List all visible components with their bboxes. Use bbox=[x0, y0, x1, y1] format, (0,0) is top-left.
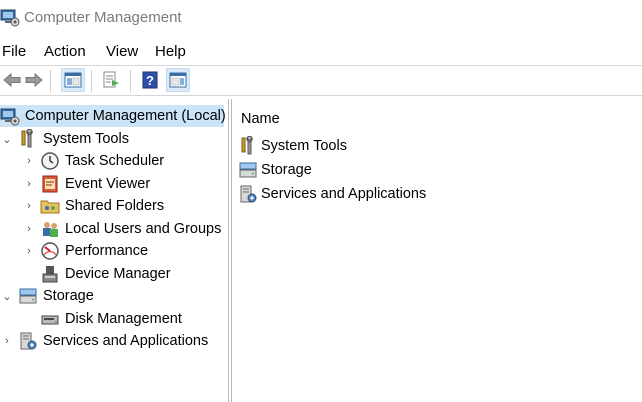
system-tools-icon bbox=[241, 136, 253, 155]
forward-arrow-icon bbox=[25, 72, 43, 88]
tree-item-label: Event Viewer bbox=[65, 176, 151, 192]
tree-item-shared-folders[interactable]: › Shared Folders bbox=[22, 195, 164, 217]
menu-file[interactable]: File bbox=[2, 43, 26, 60]
help-icon: ? bbox=[142, 71, 158, 89]
tree-item-performance[interactable]: › Performance bbox=[22, 240, 148, 262]
toolbar-separator bbox=[50, 70, 51, 92]
tree-item-label: Shared Folders bbox=[65, 198, 165, 214]
tree-item-system-tools[interactable]: ⌄ System Tools bbox=[0, 128, 129, 150]
tree-item-label: Computer Management (Local) bbox=[25, 108, 226, 124]
tree-item-label: Local Users and Groups bbox=[65, 221, 222, 237]
title-bar: Computer Management bbox=[0, 0, 642, 34]
show-hide-console-tree-button[interactable] bbox=[61, 68, 85, 92]
svg-text:?: ? bbox=[146, 73, 154, 88]
list-item-label: System Tools bbox=[261, 138, 347, 154]
show-hide-action-pane-button[interactable] bbox=[166, 68, 190, 92]
services-and-applications-icon bbox=[240, 185, 257, 203]
list-item-services-and-applications[interactable]: Services and Applications bbox=[238, 183, 426, 205]
system-tools-icon bbox=[21, 129, 33, 148]
tree-item-local-users-and-groups[interactable]: › Local Users and Groups bbox=[22, 218, 221, 240]
tree-item-label: Disk Management bbox=[65, 311, 182, 327]
shared-folders-icon bbox=[40, 200, 60, 214]
forward-button[interactable] bbox=[22, 68, 46, 92]
toolbar-separator bbox=[130, 70, 131, 92]
local-users-icon bbox=[43, 222, 58, 237]
tree-item-label: Services and Applications bbox=[43, 333, 209, 349]
results-pane: Name System Tools Storage Services and A… bbox=[232, 99, 642, 402]
chevron-right-icon[interactable]: › bbox=[22, 222, 36, 236]
export-list-button[interactable] bbox=[99, 68, 123, 92]
tree-item-storage[interactable]: ⌄ Storage bbox=[0, 285, 94, 307]
tree-item-label: Storage bbox=[43, 288, 94, 304]
tree-item-services-and-applications[interactable]: › Services and Applications bbox=[0, 330, 208, 352]
console-tree-icon bbox=[64, 72, 82, 88]
chevron-right-icon[interactable]: › bbox=[0, 334, 14, 348]
tree-item-label: Performance bbox=[65, 243, 149, 259]
disk-management-icon bbox=[41, 315, 59, 325]
console-tree[interactable]: Computer Management (Local) ⌄ System Too… bbox=[0, 99, 228, 402]
list-item-label: Storage bbox=[261, 162, 312, 178]
toolbar: ? bbox=[0, 65, 642, 96]
chevron-down-icon[interactable]: ⌄ bbox=[0, 132, 14, 146]
device-manager-icon bbox=[42, 266, 58, 283]
menu-bar: File Action View Help bbox=[0, 40, 642, 62]
chevron-down-icon[interactable]: ⌄ bbox=[0, 289, 14, 303]
export-list-icon bbox=[103, 71, 119, 88]
task-scheduler-icon bbox=[41, 152, 59, 170]
back-button[interactable] bbox=[0, 68, 24, 92]
back-arrow-icon bbox=[3, 72, 21, 88]
chevron-right-icon[interactable]: › bbox=[22, 177, 36, 191]
window-title: Computer Management bbox=[24, 9, 182, 26]
event-viewer-icon bbox=[42, 175, 58, 193]
performance-icon bbox=[41, 242, 59, 260]
action-pane-icon bbox=[169, 72, 187, 88]
chevron-right-icon[interactable]: › bbox=[22, 199, 36, 213]
tree-item-label: Task Scheduler bbox=[65, 153, 165, 169]
computer-management-icon bbox=[0, 108, 20, 126]
computer-management-icon bbox=[0, 9, 20, 27]
list-item-storage[interactable]: Storage bbox=[238, 159, 312, 181]
tree-item-event-viewer[interactable]: › Event Viewer bbox=[22, 173, 150, 195]
name-column-header[interactable]: Name bbox=[241, 111, 280, 127]
menu-help[interactable]: Help bbox=[155, 43, 186, 60]
toolbar-separator bbox=[91, 70, 92, 92]
tree-item-label: System Tools bbox=[43, 131, 129, 147]
menu-action[interactable]: Action bbox=[44, 43, 86, 60]
list-item-system-tools[interactable]: System Tools bbox=[238, 135, 347, 157]
list-item-label: Services and Applications bbox=[261, 186, 427, 202]
storage-icon bbox=[239, 162, 257, 178]
menu-view[interactable]: View bbox=[106, 43, 138, 60]
tree-item-label: Device Manager bbox=[65, 266, 171, 282]
chevron-right-icon[interactable]: › bbox=[22, 244, 36, 258]
tree-item-device-manager[interactable]: Device Manager bbox=[40, 263, 171, 285]
chevron-right-icon[interactable]: › bbox=[22, 154, 36, 168]
tree-item-disk-management[interactable]: Disk Management bbox=[40, 308, 182, 330]
services-and-applications-icon bbox=[20, 332, 37, 350]
storage-icon bbox=[19, 288, 37, 304]
tree-item-task-scheduler[interactable]: › Task Scheduler bbox=[22, 150, 164, 172]
help-button[interactable]: ? bbox=[138, 68, 162, 92]
tree-item-computer-management[interactable]: Computer Management (Local) bbox=[0, 105, 226, 127]
